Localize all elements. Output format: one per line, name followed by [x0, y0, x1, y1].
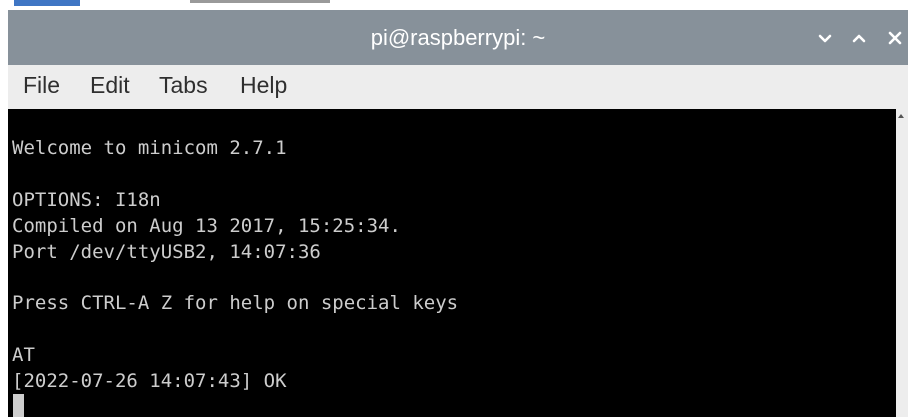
background-window-tab	[14, 0, 80, 6]
minimize-button[interactable]	[814, 27, 836, 49]
chevron-up-icon	[852, 34, 866, 43]
close-icon	[888, 31, 902, 45]
terminal-line: Compiled on Aug 13 2017, 15:25:34.	[12, 215, 401, 237]
maximize-button[interactable]	[848, 27, 870, 49]
background-window-text	[190, 0, 330, 3]
background-window-edge	[0, 0, 908, 10]
terminal-line: AT	[12, 344, 35, 366]
window-title: pi@raspberrypi: ~	[370, 25, 546, 50]
screen: pi@raspberrypi: ~ File Edit Tabs Help We…	[0, 0, 908, 417]
terminal-cursor	[13, 394, 24, 417]
terminal-window: pi@raspberrypi: ~ File Edit Tabs Help We…	[8, 10, 908, 417]
menu-file[interactable]: File	[23, 65, 60, 109]
scroll-up-icon[interactable]	[898, 114, 904, 118]
menu-bar: File Edit Tabs Help	[8, 65, 908, 110]
menu-help[interactable]: Help	[240, 65, 287, 109]
terminal-scrollbar[interactable]	[896, 109, 908, 417]
terminal-line: Press CTRL-A Z for help on special keys	[12, 292, 459, 314]
close-button[interactable]	[884, 27, 906, 49]
menu-tabs[interactable]: Tabs	[159, 65, 208, 109]
terminal-line: Port /dev/ttyUSB2, 14:07:36	[12, 241, 321, 263]
menu-edit[interactable]: Edit	[90, 65, 130, 109]
terminal-line: [2022-07-26 14:07:43] OK	[12, 370, 287, 392]
chevron-down-icon	[818, 34, 832, 43]
terminal-output[interactable]: Welcome to minicom 2.7.1 OPTIONS: I18n C…	[8, 109, 896, 417]
terminal-line: OPTIONS: I18n	[12, 189, 161, 211]
title-bar[interactable]: pi@raspberrypi: ~	[8, 10, 908, 65]
terminal-line: Welcome to minicom 2.7.1	[12, 137, 287, 159]
